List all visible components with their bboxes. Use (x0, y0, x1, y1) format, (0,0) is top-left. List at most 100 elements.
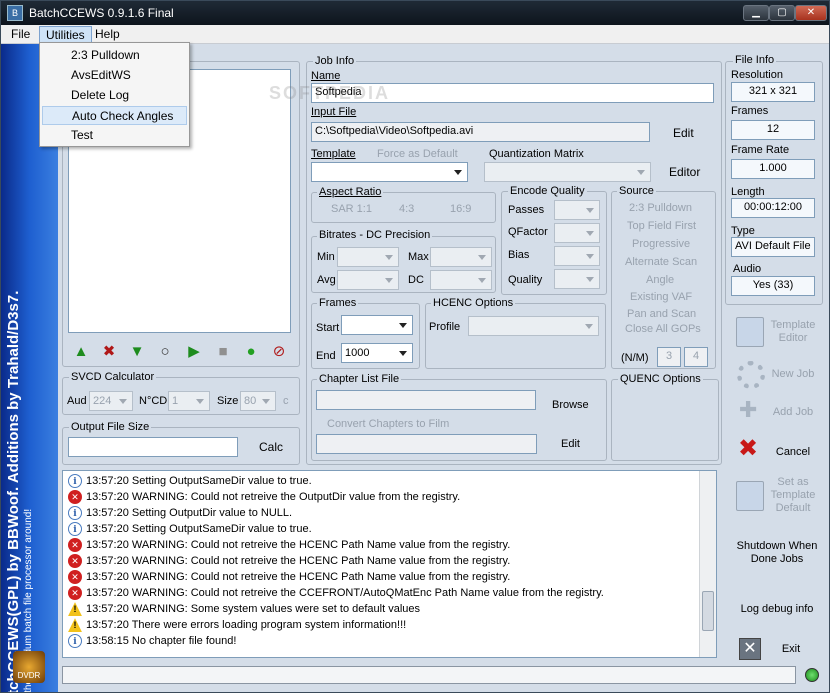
nm-label: (N/M) (621, 352, 649, 364)
aud-select[interactable]: 224 (89, 391, 133, 411)
audio-value: Yes (33) (731, 276, 815, 296)
bias-select[interactable] (554, 246, 600, 266)
quality-select[interactable] (554, 269, 600, 289)
log-time: 13:57:20 (86, 523, 132, 535)
dc-select[interactable] (430, 270, 492, 290)
menu-item-pulldown[interactable]: 2:3 Pulldown (42, 46, 187, 65)
log-message: WARNING: Could not retreive the CCEFRONT… (131, 587, 604, 599)
quenc-group (611, 379, 719, 461)
frames-info-label: Frames (731, 105, 769, 117)
calc-button[interactable]: Calc (259, 440, 283, 454)
max-select[interactable] (430, 247, 492, 267)
size-select[interactable]: 80 (240, 391, 276, 411)
menu-item-test[interactable]: Test (42, 126, 187, 145)
watermark-text: SOFTPEDIA (269, 83, 391, 103)
input-edit-button[interactable]: Edit (673, 126, 694, 140)
convert-chapters-field[interactable] (316, 434, 537, 454)
editor-button[interactable]: Editor (669, 165, 700, 179)
log-row: ! 13:57:20 There were errors loading prog… (68, 617, 406, 633)
aspect-option-16-9[interactable]: 16:9 (450, 203, 471, 215)
output-size-field[interactable] (68, 437, 238, 457)
menu-help[interactable]: Help (89, 26, 126, 43)
source-angle[interactable]: Angle (646, 274, 674, 286)
name-label: Name (311, 70, 341, 82)
go-icon[interactable]: ● (241, 342, 261, 362)
menu-item-delete-log[interactable]: Delete Log (42, 86, 187, 105)
length-label: Length (731, 186, 765, 198)
input-file-label: Input File (311, 106, 357, 118)
input-file-field[interactable]: C:\Softpedia\Video\Softpedia.avi (311, 122, 650, 142)
remove-icon[interactable]: ✖ (99, 342, 119, 362)
minimize-button[interactable]: ▁ (743, 5, 769, 21)
log-message: Setting OutputDir value to NULL. (131, 507, 293, 519)
source-pan-scan[interactable]: Pan and Scan (627, 308, 696, 320)
play-icon[interactable]: ▶ (184, 342, 204, 362)
log-message: WARNING: Could not retreive the OutputDi… (131, 491, 461, 503)
convert-chapters-checkbox[interactable]: Convert Chapters to Film (327, 418, 449, 430)
exit-icon: ✕ (739, 638, 761, 660)
length-value: 00:00:12:00 (731, 198, 815, 218)
move-down-icon[interactable]: ▼ (127, 342, 147, 362)
window-title: BatchCCEWS 0.9.1.6 Final (29, 6, 174, 20)
sidebar-title: BatchCCEWS(GPL) by BBWoof. Additions by … (5, 290, 22, 692)
source-close-gops[interactable]: Close All GOPs (625, 323, 701, 335)
stop-icon[interactable]: ■ (213, 342, 233, 362)
progress-bar (62, 666, 796, 684)
log-time: 13:57:20 (86, 491, 132, 503)
source-top-field-first[interactable]: Top Field First (627, 220, 696, 232)
shutdown-when-done-checkbox[interactable]: Shutdown When Done Jobs (731, 540, 823, 566)
title-bar[interactable]: B BatchCCEWS 0.9.1.6 Final ▁ ▢ ✕ (1, 1, 829, 25)
aspect-option-4-3[interactable]: 4:3 (399, 203, 414, 215)
template-select[interactable] (311, 162, 468, 182)
start-frame-select[interactable] (341, 315, 413, 335)
min-select[interactable] (337, 247, 399, 267)
m-field[interactable]: 4 (684, 347, 708, 367)
source-alternate-scan[interactable]: Alternate Scan (625, 256, 697, 268)
close-button[interactable]: ✕ (795, 5, 827, 21)
circle-icon[interactable]: ○ (155, 342, 175, 362)
force-default-checkbox[interactable]: Force as Default (377, 148, 458, 160)
menu-item-auto-check-angles[interactable]: Auto Check Angles (42, 106, 187, 125)
chapter-file-field[interactable] (316, 390, 536, 410)
log-row: ! 13:57:20 WARNING: Some system values we… (68, 601, 420, 617)
template-editor-button[interactable]: Template Editor (767, 319, 819, 345)
logo-icon: DVDR (13, 651, 45, 683)
scroll-thumb[interactable] (702, 591, 714, 631)
move-up-icon[interactable]: ▲ (71, 342, 91, 362)
n-field[interactable]: 3 (657, 347, 681, 367)
log-message: WARNING: Could not retreive the HCENC Pa… (131, 571, 511, 583)
menu-utilities[interactable]: Utilities (39, 26, 92, 43)
source-existing-vaf[interactable]: Existing VAF (630, 291, 692, 303)
quant-matrix-select[interactable] (484, 162, 651, 182)
avg-select[interactable] (337, 270, 399, 290)
ncd-select[interactable]: 1 (168, 391, 210, 411)
maximize-button[interactable]: ▢ (769, 5, 795, 21)
log-time: 13:57:20 (86, 475, 132, 487)
source-pulldown[interactable]: 2:3 Pulldown (629, 202, 692, 214)
browse-button[interactable]: Browse (552, 399, 589, 411)
log-panel[interactable]: i 13:57:20 Setting OutputSameDir value to… (62, 470, 717, 658)
add-job-button[interactable]: Add Job (767, 406, 819, 419)
log-time: 13:57:20 (86, 539, 132, 551)
aspect-option-sar[interactable]: SAR 1:1 (331, 203, 372, 215)
cancel-button[interactable]: Cancel (767, 446, 819, 459)
max-label: Max (408, 251, 429, 263)
log-debug-info-checkbox[interactable]: Log debug info (731, 603, 823, 616)
chapter-edit-button[interactable]: Edit (561, 438, 580, 450)
profile-label: Profile (429, 321, 461, 333)
menu-file[interactable]: File (5, 26, 36, 43)
profile-select[interactable] (468, 316, 599, 336)
passes-select[interactable] (554, 200, 600, 220)
cancel-queue-icon[interactable]: ⊘ (269, 342, 289, 362)
end-frame-select[interactable]: 1000 (341, 343, 413, 363)
new-job-button[interactable]: New Job (767, 368, 819, 381)
avg-label: Avg (317, 274, 336, 286)
log-scrollbar[interactable] (699, 471, 716, 657)
menu-item-avseditws[interactable]: AvsEditWS (42, 66, 187, 85)
log-row: ✕ 13:57:20 WARNING: Could not retreive th… (68, 489, 460, 505)
exit-button[interactable]: Exit (771, 643, 811, 656)
source-progressive[interactable]: Progressive (632, 238, 690, 250)
qfactor-select[interactable] (554, 223, 600, 243)
log-row: i 13:57:20 Setting OutputSameDir value to… (68, 473, 312, 489)
set-template-default-button[interactable]: Set as Template Default (765, 476, 821, 515)
